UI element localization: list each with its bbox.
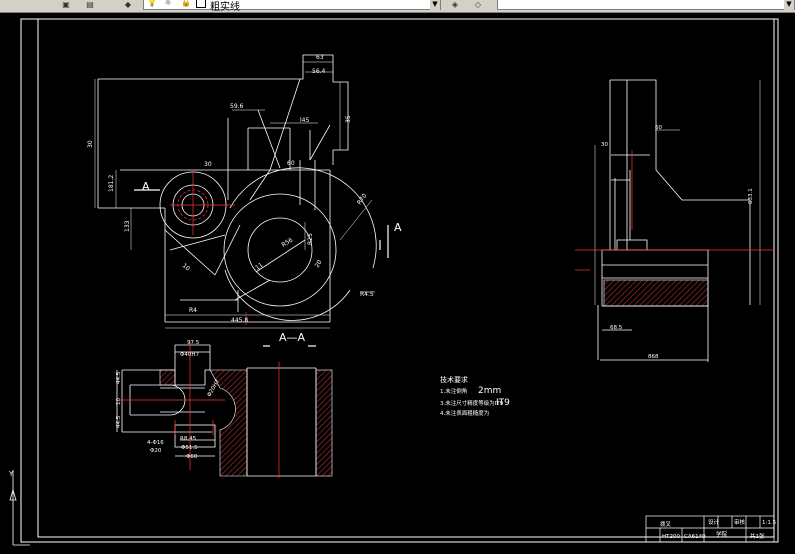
layer-dropdown[interactable]: 💡 ☼ 🔓 粗实线 ▼	[143, 0, 441, 13]
part-name: 拨叉	[660, 520, 672, 528]
layer-previous-icon[interactable]: ◆	[122, 0, 134, 10]
chevron-down-icon[interactable]: ▼	[430, 0, 440, 10]
dim-181-2: 181.2	[108, 175, 115, 192]
dim-20: 20	[314, 259, 324, 269]
drawing-canvas[interactable]: 63 56.4 59.6 l45 35 30 181.2 133 30 60 R…	[0, 12, 795, 550]
scale: 1:1.5	[762, 520, 777, 526]
dim-3: 30	[204, 161, 212, 168]
sheet: 共1张	[750, 532, 765, 540]
dim-r4-5: R4.5	[360, 291, 374, 298]
ucs-icon	[9, 470, 30, 546]
dim-phi51-5: Φ51.5	[181, 445, 198, 451]
main-view	[94, 54, 389, 329]
dim-phi20h7: Φ20H7	[207, 378, 222, 398]
dim-r25: R25	[307, 233, 314, 245]
section-marker-a-left: A	[142, 180, 150, 193]
dim-68-5: 68.5	[610, 325, 623, 331]
school: 学院	[716, 530, 728, 538]
dim-r56: R56	[281, 237, 295, 249]
linetype-dropdown[interactable]: ▼	[497, 0, 795, 10]
note-2mm: 2mm	[478, 386, 501, 396]
dim-633-1: 633.1	[748, 188, 754, 204]
color-swatch-icon	[196, 0, 206, 8]
material: HT200	[662, 534, 680, 540]
technical-notes: 技术要求 1.未注倒角 2mm 3.未注尺寸精度等级为IT9 IT9 4.未注表…	[440, 375, 510, 417]
dim-63: 63	[316, 54, 324, 61]
dim-l45: l45	[300, 117, 309, 124]
dim-60: 60	[287, 160, 295, 167]
dim-30: 30	[87, 140, 94, 148]
dim-60-right: 60	[655, 125, 662, 131]
ucs-y-label: Y	[8, 470, 14, 478]
layer-states-icon[interactable]: ◇	[472, 0, 484, 10]
right-view-labels: 30 60 633.1 68.5 868	[601, 125, 754, 360]
designer: 设计	[708, 518, 720, 526]
dim-4-phi16: 4-Φ16	[147, 440, 164, 446]
dim-44-5-bot: 44.5	[116, 415, 122, 428]
dim-phi60: Φ60	[186, 454, 198, 460]
dim-868: 868	[648, 354, 659, 360]
match-layer-icon[interactable]: ◈	[449, 0, 461, 10]
chevron-down-icon[interactable]: ▼	[784, 0, 794, 10]
dim-phi40h7: Φ40H7	[180, 352, 199, 358]
dim-445-8: 445.8	[231, 317, 248, 324]
bottom-centerlines	[120, 340, 280, 478]
section-title: A—A	[279, 331, 306, 344]
layer-state-icon[interactable]: ▤	[84, 0, 96, 10]
sun-icon: ☼	[164, 0, 172, 7]
title-block-text: 拨叉 HT200 CA6140 1:1.5 设计 审核 学院 共1张	[660, 518, 777, 540]
bottom-view-labels: 97.5 Φ40H7 44.5 10 44.5 4-Φ16 Φ20H7 Φ20 …	[116, 331, 306, 460]
lock-icon: 🔓	[181, 0, 191, 7]
section-marker-a-right: A	[394, 221, 402, 234]
dim-56-4: 56.4	[312, 68, 326, 75]
dim-10: 10	[181, 262, 191, 272]
right-centerlines	[575, 150, 775, 271]
dim-r8-45: R8.45	[180, 436, 197, 442]
section-hatching	[159, 279, 709, 477]
note-it9: IT9	[496, 398, 510, 408]
main-centerlines	[170, 170, 247, 325]
bulb-icon: 💡	[147, 0, 157, 7]
note-2: 3.未注尺寸精度等级为IT9	[440, 399, 504, 407]
dim-30-right: 30	[601, 142, 608, 148]
dim-97-5: 97.5	[187, 340, 200, 346]
checker: 审核	[734, 518, 746, 526]
dim-r4: R4	[189, 307, 197, 314]
dim-phi20: Φ20	[150, 448, 162, 454]
dim-59-6: 59.6	[230, 103, 244, 110]
dim-r70: R70	[356, 192, 369, 206]
drawing-no: CA6140	[684, 534, 706, 540]
dim-35: 35	[345, 115, 352, 123]
note-1: 1.未注倒角	[440, 387, 467, 395]
layer-manager-icon[interactable]: ▣	[60, 0, 72, 10]
note-3: 4.未注表面粗糙度为	[440, 409, 489, 417]
dim-11: 11	[254, 261, 264, 271]
right-view	[594, 79, 761, 362]
dim-133: 133	[124, 220, 131, 232]
bottom-view	[116, 344, 317, 477]
notes-title: 技术要求	[440, 375, 468, 384]
dim-10: 10	[116, 398, 122, 405]
dim-44-5-top: 44.5	[116, 371, 122, 384]
